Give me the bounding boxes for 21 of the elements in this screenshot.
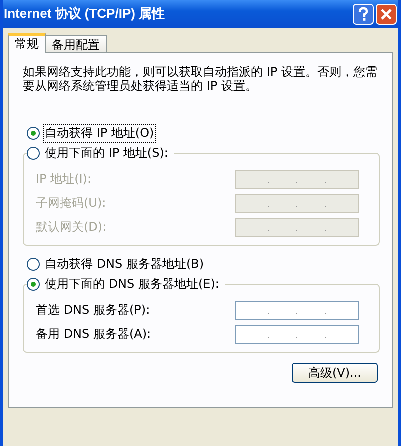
- radio-button[interactable]: [27, 258, 40, 270]
- radio-button[interactable]: [27, 126, 40, 140]
- ip-address-field[interactable]: [235, 324, 359, 344]
- tab[interactable]: 常规: [8, 33, 46, 53]
- radio-label[interactable]: 自动获得 DNS 服务器地址(B): [43, 254, 206, 274]
- radio-label[interactable]: 使用下面的 IP 地址(S):: [43, 144, 170, 162]
- field-label: 首选 DNS 服务器(P):: [36, 302, 150, 318]
- radio-button[interactable]: [27, 278, 40, 290]
- advanced-button[interactable]: 高级(V)...: [292, 363, 378, 383]
- radio-button[interactable]: [27, 146, 40, 160]
- field-label: IP 地址(I):: [36, 170, 92, 188]
- field-label: 子网掩码(U):: [36, 194, 106, 212]
- radio-label[interactable]: 使用下面的 DNS 服务器地址(E):: [43, 274, 222, 294]
- field-label: 备用 DNS 服务器(A):: [36, 326, 152, 342]
- window-title: Internet 协议 (TCP/IP) 属性: [4, 5, 166, 23]
- help-icon[interactable]: [353, 4, 374, 24]
- tab[interactable]: 备用配置: [45, 35, 107, 52]
- description-text: 如果网络支持此功能，则可以获取自动指派的 IP 设置。否则，您需要从网络系统管理员处获得适当的 IP 设置。: [23, 65, 378, 93]
- ip-address-field[interactable]: [235, 300, 359, 320]
- close-icon[interactable]: [376, 4, 397, 24]
- field-label: 默认网关(D):: [36, 218, 107, 236]
